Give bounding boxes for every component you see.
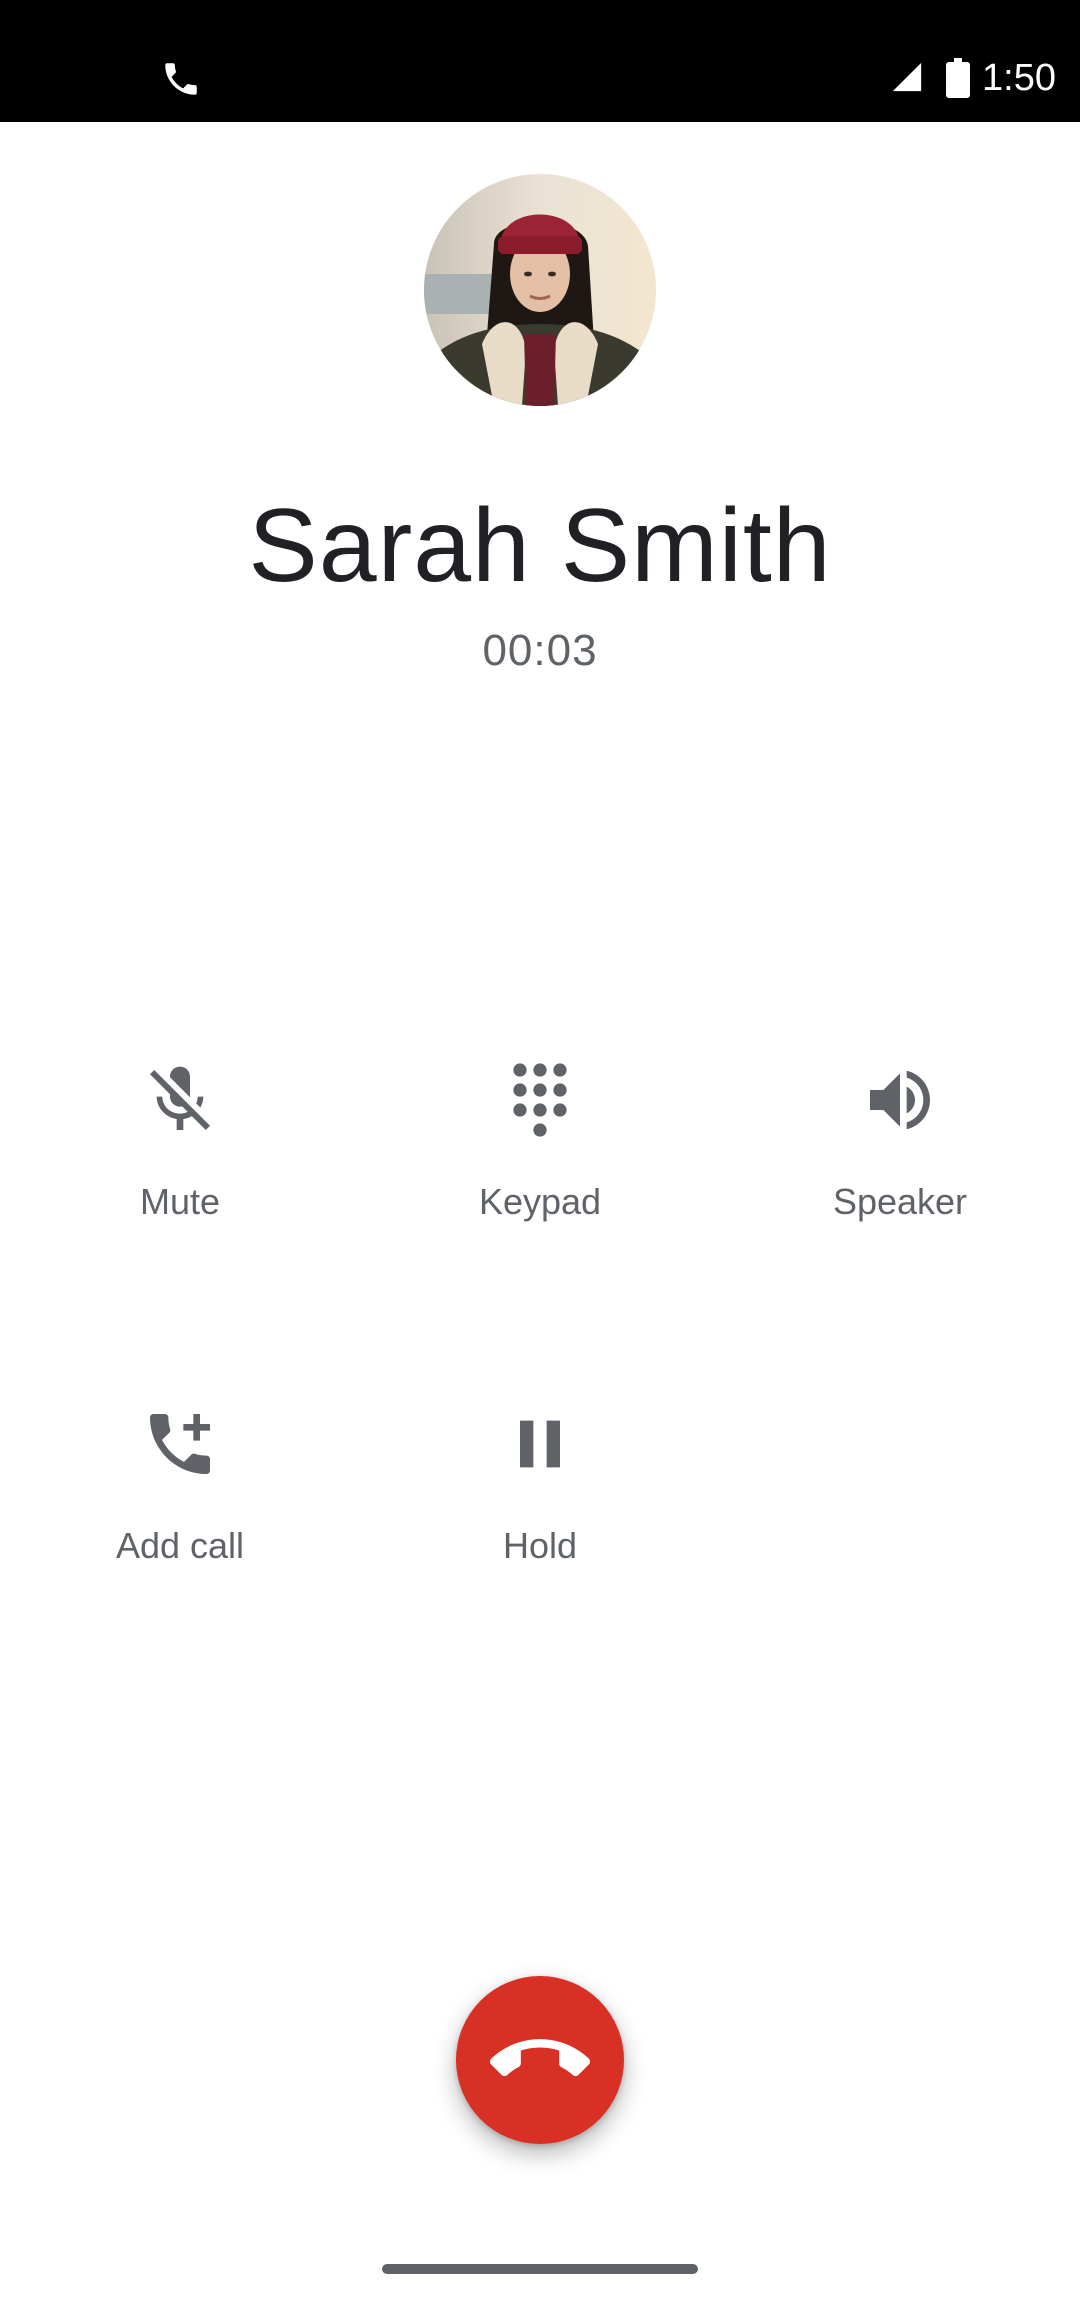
gesture-nav-handle[interactable]	[382, 2264, 698, 2274]
battery-icon	[946, 58, 970, 98]
contact-avatar	[424, 174, 656, 406]
mute-button[interactable]: Mute	[30, 1060, 330, 1280]
contact-name: Sarah Smith	[248, 488, 832, 604]
phone-call-indicator-icon	[165, 63, 197, 95]
hold-button[interactable]: Hold	[390, 1404, 690, 1624]
end-call-button[interactable]	[456, 1976, 624, 2144]
status-time: 1:50	[982, 57, 1056, 99]
keypad-label: Keypad	[478, 1181, 602, 1222]
call-end-icon	[490, 2039, 590, 2077]
dialpad-icon	[500, 1060, 580, 1140]
cell-signal-icon	[892, 62, 922, 92]
hold-label: Hold	[502, 1525, 578, 1566]
call-timer: 00:03	[482, 626, 598, 675]
status-bar: 1:50	[0, 0, 1080, 122]
speaker-button[interactable]: Speaker	[750, 1060, 1050, 1280]
keypad-button[interactable]: Keypad	[390, 1060, 690, 1280]
add-call-button[interactable]: Add call	[30, 1404, 330, 1624]
mute-label: Mute	[139, 1181, 221, 1222]
contact-photo	[424, 174, 656, 406]
volume-up-icon	[860, 1060, 940, 1140]
mic-off-icon	[140, 1060, 220, 1140]
add-call-icon	[140, 1404, 220, 1484]
pause-icon	[500, 1404, 580, 1484]
speaker-label: Speaker	[832, 1181, 968, 1222]
add-call-label: Add call	[115, 1525, 245, 1566]
